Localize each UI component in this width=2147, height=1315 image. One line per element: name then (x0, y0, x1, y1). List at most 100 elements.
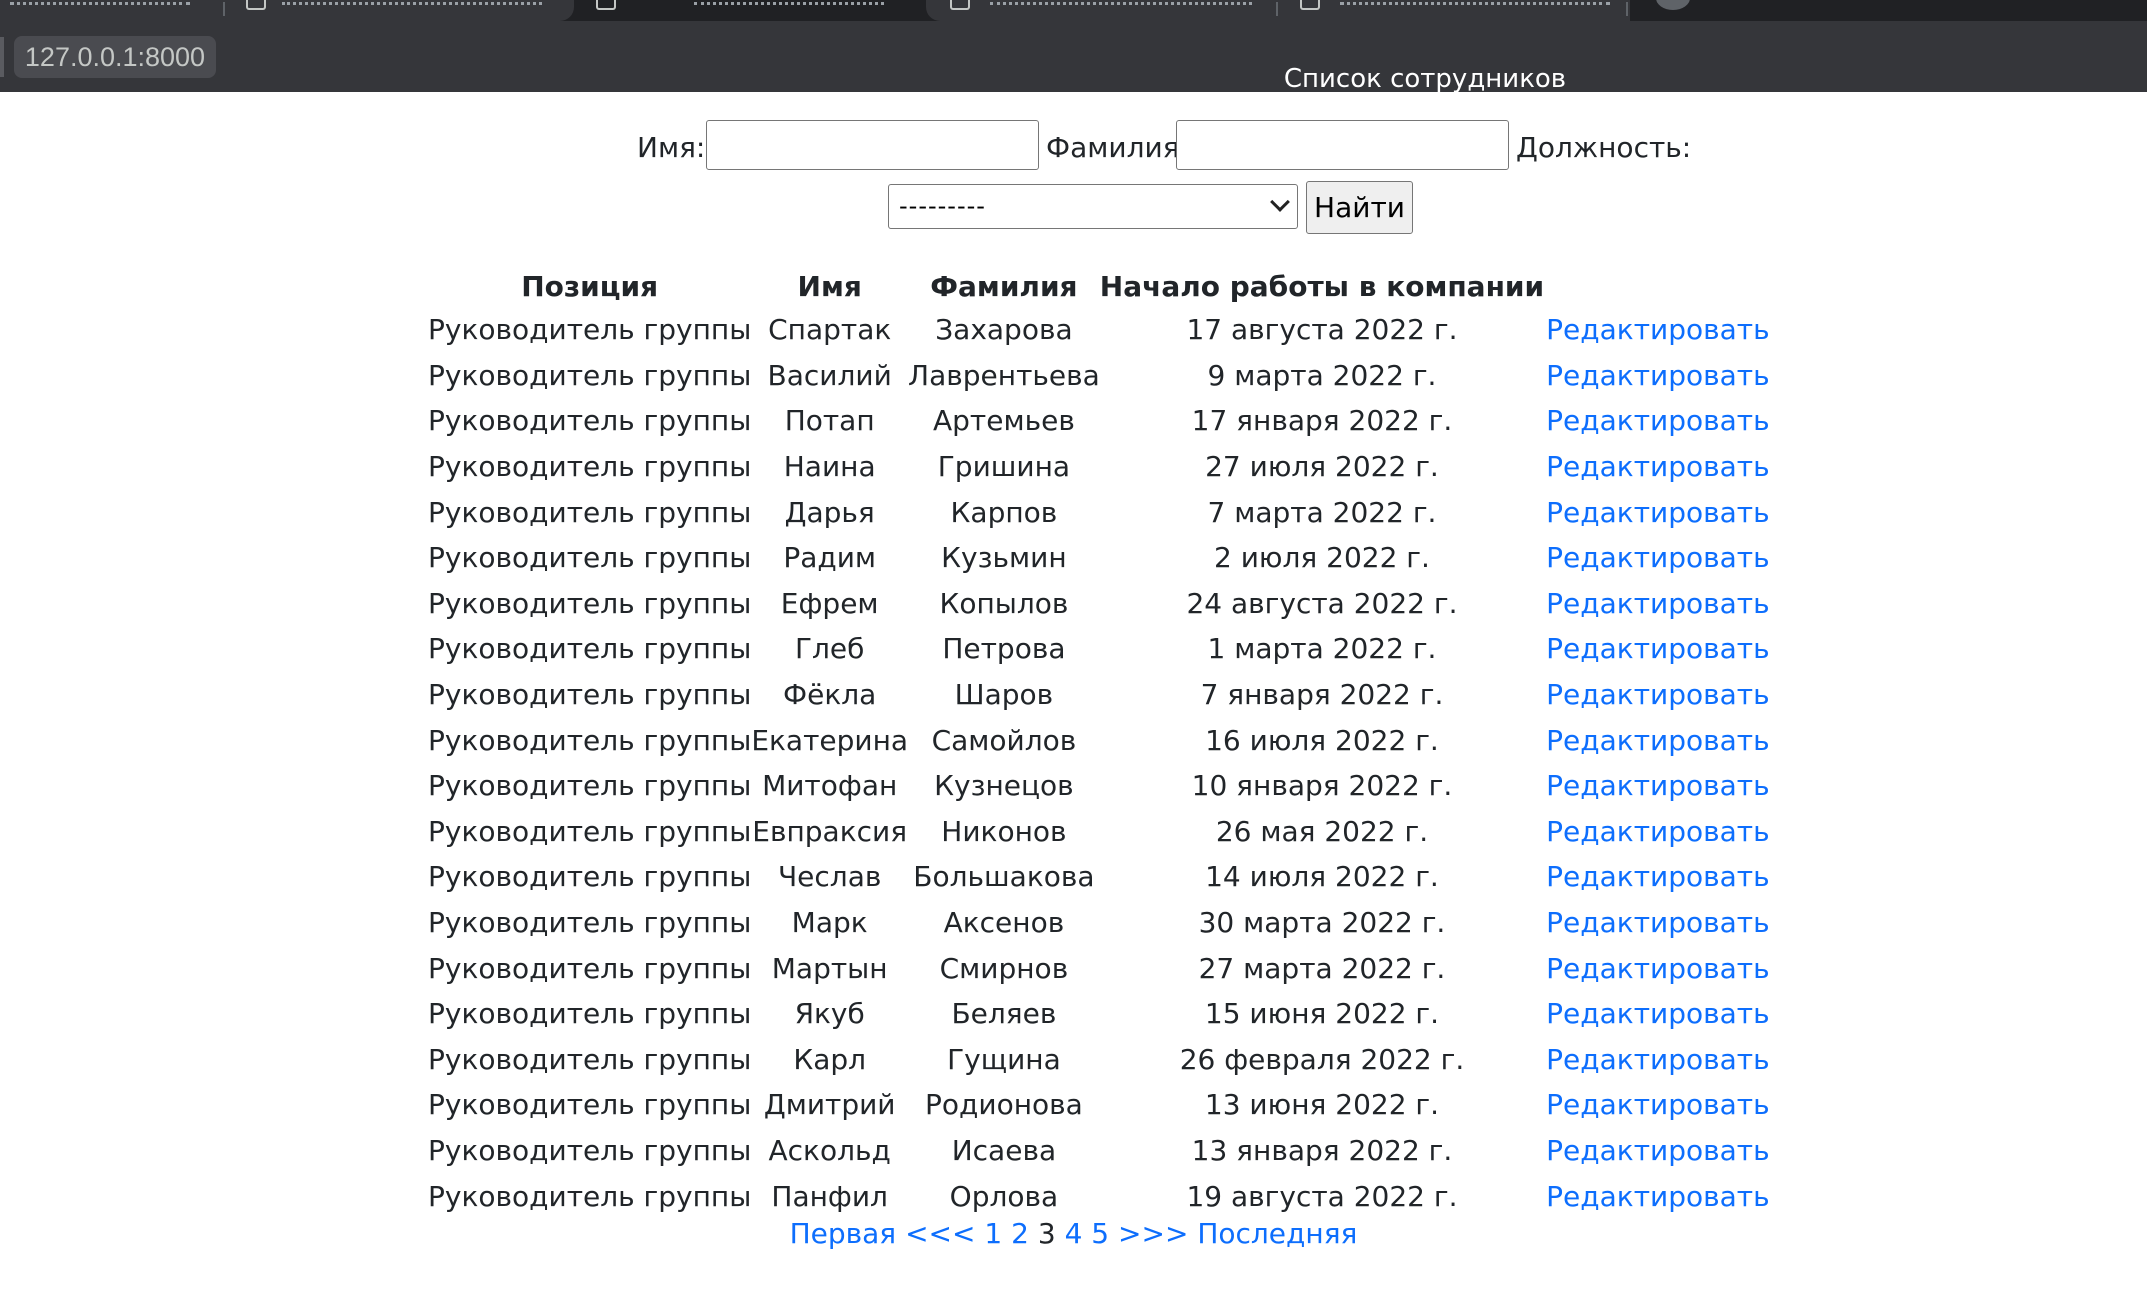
tab-title-fragment (1340, 0, 1610, 5)
pagination-page-1[interactable]: 1 (984, 1217, 1002, 1250)
pagination-page-2[interactable]: 2 (1011, 1217, 1029, 1250)
cell-position: Руководитель группы (428, 997, 752, 1031)
edit-link[interactable]: Редактировать (1546, 906, 1769, 939)
cell-start-date: 7 марта 2022 г. (1207, 495, 1437, 529)
table-row: Руководитель группы Фёкла Шаров 7 января 20… (428, 672, 1770, 718)
search-button[interactable]: Найти (1306, 181, 1413, 234)
table-row: Руководитель группы Марк Аксенов 30 марта 2… (428, 900, 1770, 946)
pagination-next-link[interactable]: >>> (1118, 1217, 1188, 1250)
cell-start-date: 24 августа 2022 г. (1186, 586, 1458, 620)
first-name-input[interactable] (706, 120, 1039, 170)
table-row: Руководитель группы Потап Артемьев 17 январ… (428, 398, 1770, 444)
cell-start-date: 14 июля 2022 г. (1205, 860, 1439, 894)
browser-tab[interactable] (926, 0, 1276, 21)
browser-tab[interactable] (0, 0, 574, 21)
edit-link[interactable]: Редактировать (1546, 450, 1769, 483)
cell-first-name: Василий (767, 358, 892, 392)
edit-link[interactable]: Редактировать (1546, 632, 1769, 665)
last-name-input[interactable] (1176, 120, 1509, 170)
edit-link[interactable]: Редактировать (1546, 724, 1769, 757)
cell-position: Руководитель группы (428, 1042, 752, 1076)
position-select[interactable]: --------- (888, 184, 1298, 229)
cell-first-name: Ефрем (780, 586, 879, 620)
table-row: Руководитель группы Глеб Петрова 1 марта 20… (428, 626, 1770, 672)
edit-link[interactable]: Редактировать (1546, 541, 1769, 574)
cell-start-date: 19 августа 2022 г. (1186, 1179, 1458, 1213)
edit-link[interactable]: Редактировать (1546, 1043, 1769, 1076)
pagination-last-link[interactable]: Последняя (1197, 1217, 1357, 1250)
cell-position: Руководитель группы (428, 678, 752, 712)
edit-link[interactable]: Редактировать (1546, 404, 1769, 437)
last-name-label: Фамилия: (1046, 131, 1189, 164)
cell-position: Руководитель группы (428, 769, 752, 803)
edit-link[interactable]: Редактировать (1546, 359, 1769, 392)
edit-link[interactable]: Редактировать (1546, 997, 1769, 1030)
edit-link[interactable]: Редактировать (1546, 496, 1769, 529)
cell-last-name: Аксенов (943, 906, 1065, 940)
table-row: Руководитель группы Екатерина Самойлов 16 и… (428, 717, 1770, 763)
browser-tab-active[interactable] (574, 0, 926, 21)
cell-last-name: Смирнов (939, 951, 1069, 985)
cell-position: Руководитель группы (428, 541, 752, 575)
edit-link[interactable]: Редактировать (1546, 1180, 1769, 1213)
table-row: Руководитель группы Василий Лаврентьева 9 м… (428, 353, 1770, 399)
edit-link[interactable]: Редактировать (1546, 678, 1769, 711)
cell-actions: Редактировать (1544, 991, 1769, 1037)
table-header-row: Позиция Имя Фамилия Начало работы в комп… (428, 265, 1770, 307)
cell-start-date: 7 января 2022 г. (1200, 678, 1444, 712)
pagination-page-4[interactable]: 4 (1065, 1217, 1083, 1250)
pagination: Первая <<< 1 2 3 4 5 >>> Последняя (0, 1217, 2147, 1250)
first-name-label: Имя: (637, 131, 706, 164)
tab-title-fragment (282, 0, 542, 5)
tab-title-fragment (10, 0, 190, 5)
cell-actions: Редактировать (1544, 763, 1769, 809)
table-row: Руководитель группы Спартак Захарова 17 авг… (428, 307, 1770, 353)
edit-link[interactable]: Редактировать (1546, 587, 1769, 620)
cell-actions: Редактировать (1544, 398, 1769, 444)
edit-link[interactable]: Редактировать (1546, 952, 1769, 985)
pagination-prev-link[interactable]: <<< (905, 1217, 975, 1250)
cell-start-date: 17 августа 2022 г. (1186, 313, 1458, 347)
page-icon (596, 0, 616, 10)
edit-link[interactable]: Редактировать (1546, 860, 1769, 893)
cell-first-name: Евпраксия (752, 814, 908, 848)
edit-link[interactable]: Редактировать (1546, 1088, 1769, 1121)
position-label: Должность: (1516, 131, 1692, 164)
cell-first-name: Дмитрий (763, 1088, 896, 1122)
cell-start-date: 30 марта 2022 г. (1198, 906, 1446, 940)
toolbar-edge (0, 37, 4, 77)
edit-link[interactable]: Редактировать (1546, 313, 1769, 346)
browser-tab[interactable] (1276, 0, 1630, 21)
cell-first-name: Фёкла (783, 678, 877, 712)
cell-first-name: Глеб (794, 632, 865, 666)
cell-start-date: 26 мая 2022 г. (1215, 814, 1429, 848)
cell-actions: Редактировать (1544, 1173, 1769, 1219)
table-row: Руководитель группы Чеслав Большакова 14 ию… (428, 854, 1770, 900)
pagination-current-page: 3 (1037, 1217, 1056, 1250)
pagination-first-link[interactable]: Первая (790, 1217, 897, 1250)
cell-actions: Редактировать (1544, 1082, 1769, 1128)
cell-start-date: 13 июня 2022 г. (1204, 1088, 1440, 1122)
cell-position: Руководитель группы (428, 404, 752, 438)
table-row: Руководитель группы Ефрем Копылов 24 август… (428, 581, 1770, 627)
table-row: Руководитель группы Мартын Смирнов 27 марта… (428, 945, 1770, 991)
tab-strip (0, 0, 2147, 21)
cell-first-name: Якуб (794, 997, 865, 1031)
tab-separator (1626, 2, 1628, 16)
page-icon (950, 0, 970, 10)
edit-link[interactable]: Редактировать (1546, 769, 1769, 802)
column-header-position: Позиция (521, 269, 659, 303)
edit-link[interactable]: Редактировать (1546, 815, 1769, 848)
position-select-value: --------- (899, 192, 986, 220)
edit-link[interactable]: Редактировать (1546, 1134, 1769, 1167)
new-tab-icon[interactable] (1656, 0, 1690, 10)
table-row: Руководитель группы Дмитрий Родионова 13 ию… (428, 1082, 1770, 1128)
cell-actions: Редактировать (1544, 626, 1769, 672)
cell-actions: Редактировать (1544, 900, 1769, 946)
address-bar[interactable]: 127.0.0.1:8000 (14, 36, 216, 78)
pagination-page-5[interactable]: 5 (1091, 1217, 1109, 1250)
cell-first-name: Карл (793, 1042, 867, 1076)
cell-first-name: Радим (783, 541, 877, 575)
table-row: Руководитель группы Якуб Беляев 15 июня 202… (428, 991, 1770, 1037)
column-header-last-name: Фамилия (930, 269, 1078, 303)
